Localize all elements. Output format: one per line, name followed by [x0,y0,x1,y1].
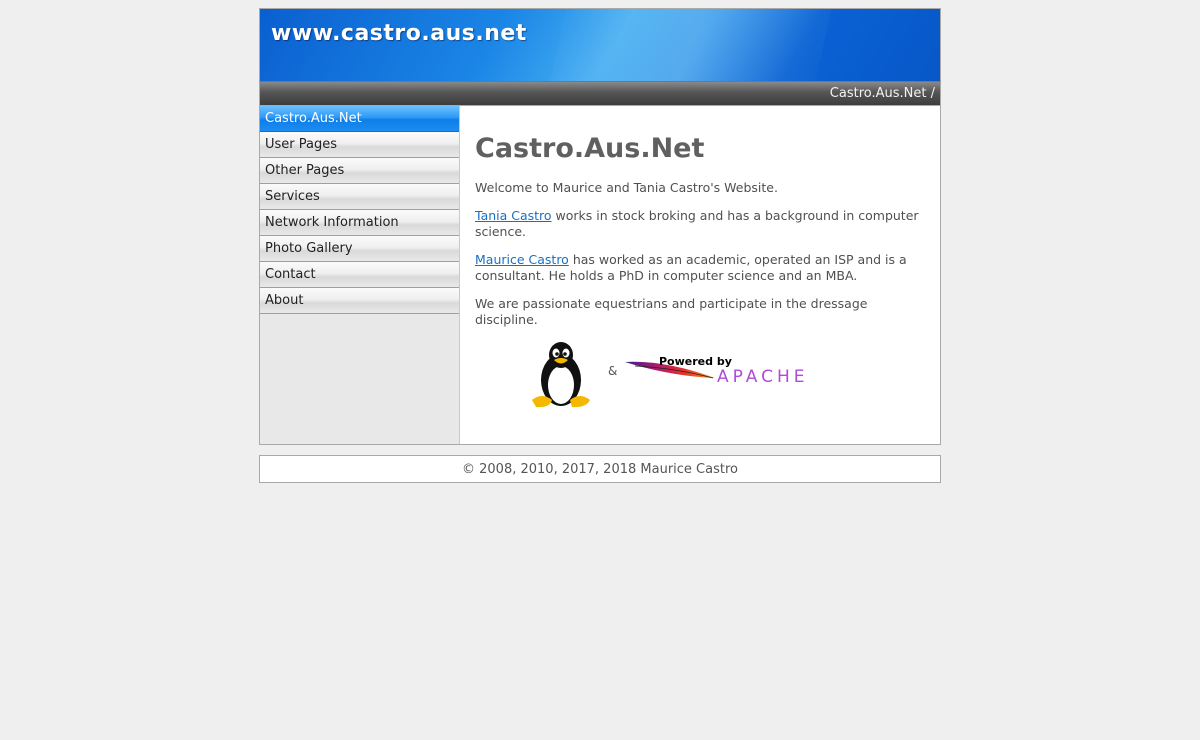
tania-paragraph: Tania Castro works in stock broking and … [475,208,926,240]
sidebar-item-services[interactable]: Services [260,184,459,210]
page-wrapper: www.castro.aus.net Castro.Aus.Net / Cast… [259,8,941,445]
header-highlight [546,9,834,81]
sidebar-item-photo-gallery[interactable]: Photo Gallery [260,236,459,262]
maurice-castro-link[interactable]: Maurice Castro [475,252,569,267]
sidebar-item-user-pages[interactable]: User Pages [260,132,459,158]
sidebar-item-castro-aus-net[interactable]: Castro.Aus.Net [260,106,459,132]
sidebar-item-contact[interactable]: Contact [260,262,459,288]
welcome-text: Welcome to Maurice and Tania Castro's We… [475,180,778,195]
maurice-paragraph: Maurice Castro has worked as an academic… [475,252,926,284]
sidebar-nav: Castro.Aus.Net User Pages Other Pages Se… [260,106,460,444]
page-footer: © 2008, 2010, 2017, 2018 Maurice Castro [259,455,941,483]
breadcrumb-bar: Castro.Aus.Net / [259,81,941,106]
apache-name: APACHE [717,367,809,387]
sidebar-item-other-pages[interactable]: Other Pages [260,158,459,184]
ampersand: & [608,364,618,378]
sidebar-item-about[interactable]: About [260,288,459,314]
tania-castro-link[interactable]: Tania Castro [475,208,552,223]
apache-logo: Powered by APACHE [625,355,809,387]
main-content: Castro.Aus.Net Welcome to Maurice and Ta… [461,106,940,444]
sidebar-item-network-information[interactable]: Network Information [260,210,459,236]
page-title: Castro.Aus.Net [475,133,705,164]
copyright-text: © 2008, 2010, 2017, 2018 Maurice Castro [462,462,738,477]
equestrian-text: We are passionate equestrians and partic… [475,296,868,327]
main-area: Castro.Aus.Net User Pages Other Pages Se… [259,106,941,445]
site-header: www.castro.aus.net [259,8,941,81]
site-title: www.castro.aus.net [271,21,527,46]
breadcrumb[interactable]: Castro.Aus.Net / [830,86,935,101]
logo-row: & Powered by APACHE [475,340,926,420]
tux-penguin-icon [532,342,590,408]
